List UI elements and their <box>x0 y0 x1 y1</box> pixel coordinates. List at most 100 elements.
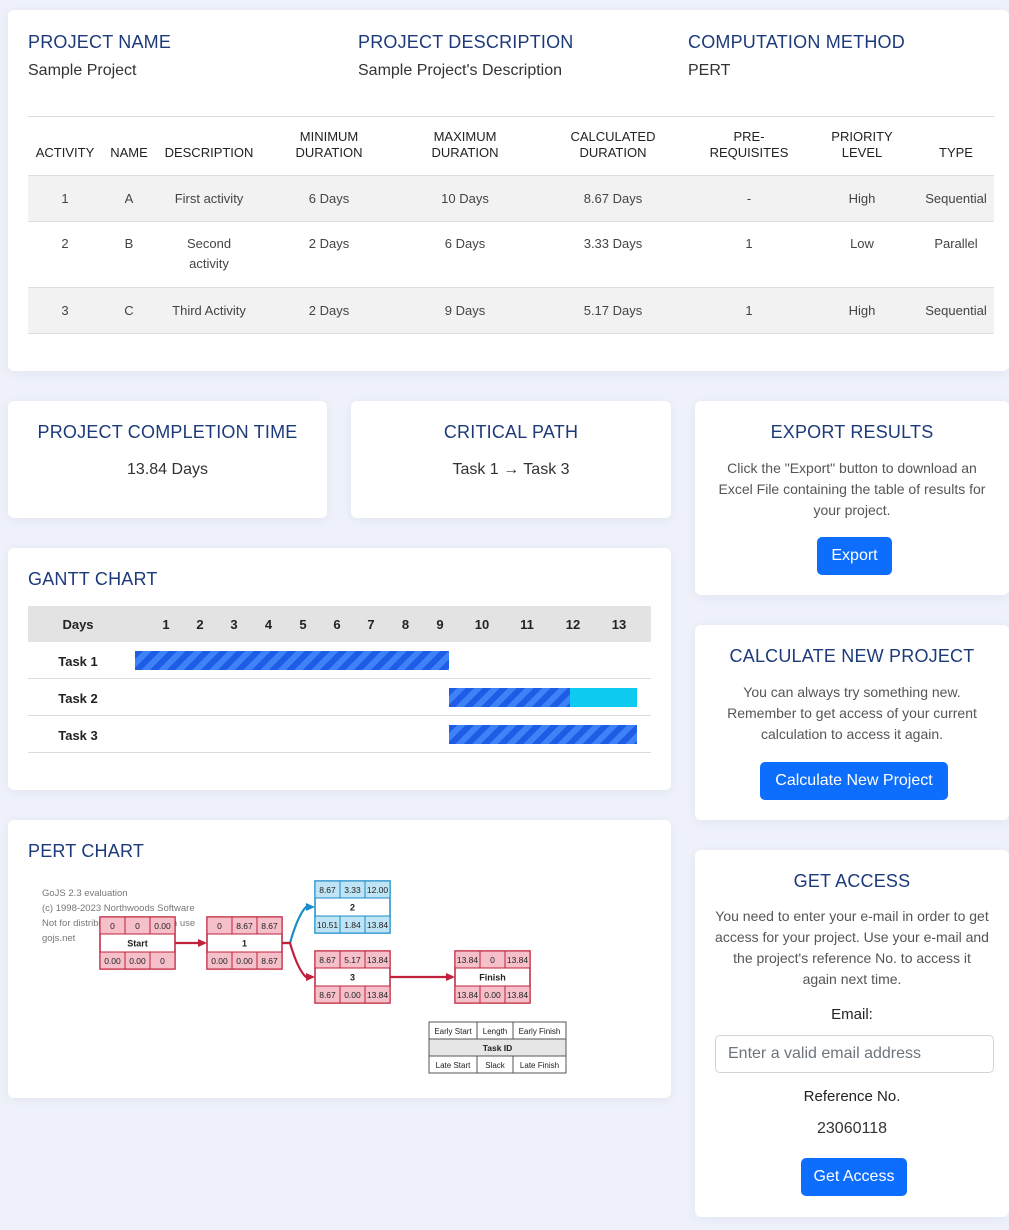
pert-legend-label: Length <box>483 1027 507 1036</box>
pert-early-start: 8.67 <box>319 955 336 965</box>
gantt-task-bar <box>449 725 637 744</box>
table-cell: A <box>102 175 156 222</box>
export-results-card: EXPORT RESULTS Click the "Export" button… <box>695 401 1009 595</box>
table-cell: 1 <box>28 175 102 222</box>
gantt-day-tick: 13 <box>611 617 627 632</box>
table-cell: 8.67 Days <box>534 175 692 222</box>
pert-late-finish: 13.84 <box>507 990 529 1000</box>
get-access-title: GET ACCESS <box>793 871 911 891</box>
pert-length: 0 <box>135 921 140 931</box>
pert-late-finish: 13.84 <box>367 990 389 1000</box>
table-cell: 3.33 Days <box>534 221 692 288</box>
pert-late-start: 8.67 <box>319 990 336 1000</box>
pert-task-id: 1 <box>242 939 247 949</box>
table-cell: 2 Days <box>262 221 396 288</box>
table-cell: Low <box>806 221 918 288</box>
gantt-row: Task 2 <box>28 679 651 716</box>
completion-time-value: 13.84 Days <box>127 461 208 478</box>
gojs-watermark-text: GoJS 2.3 evaluation <box>42 888 128 899</box>
gojs-watermark-text: (c) 1998-2023 Northwoods Software <box>42 903 195 914</box>
pert-legend-label: Early Start <box>434 1027 472 1036</box>
project-name-label: PROJECT NAME <box>28 32 172 52</box>
project-description-value: Sample Project's Description <box>358 62 563 79</box>
table-cell: 10 Days <box>396 175 534 222</box>
computation-method-value: PERT <box>688 62 731 79</box>
gantt-chart: Days 1 2 3 4 5 6 7 8 9 10 11 12 13 Task 1 Task 2 Tas… <box>28 606 651 753</box>
gantt-row: Task 3 <box>28 716 651 753</box>
gantt-task-label: Task 3 <box>58 728 98 743</box>
pert-link <box>282 941 308 979</box>
pert-early-finish: 0.00 <box>154 921 171 931</box>
table-cell: 6 Days <box>396 221 534 288</box>
pert-legend-label: Late Start <box>436 1061 471 1070</box>
table-cell: 3 <box>28 287 102 334</box>
table-cell: C <box>102 287 156 334</box>
activities-table: ACTIVITY NAME DESCRIPTION MINIMUM DURATI… <box>28 116 994 334</box>
pert-legend-label: Early Finish <box>519 1027 561 1036</box>
gantt-row: Task 1 <box>28 642 651 679</box>
export-button[interactable]: Export <box>817 537 892 575</box>
project-description-block: PROJECT DESCRIPTION Sample Project's Des… <box>358 32 574 80</box>
pert-late-start: 0.00 <box>104 956 121 966</box>
table-cell: 5.17 Days <box>534 287 692 334</box>
calculate-new-project-button[interactable]: Calculate New Project <box>760 762 948 800</box>
completion-time-card: PROJECT COMPLETION TIME 13.84 Days <box>8 401 327 518</box>
get-access-card: GET ACCESS You need to enter your e-mail… <box>695 850 1009 1217</box>
column-header: ACTIVITY <box>28 116 102 176</box>
pert-legend-label: Late Finish <box>520 1061 559 1070</box>
pert-slack: 0.00 <box>129 956 146 966</box>
gantt-day-tick: 10 <box>474 617 490 632</box>
table-cell: 1 <box>692 287 806 334</box>
table-row: 3 C Third Activity 2 Days 9 Days 5.17 Da… <box>28 287 994 334</box>
column-header: PRIORITY LEVEL <box>806 116 918 176</box>
computation-method-block: COMPUTATION METHOD PERT <box>688 32 905 80</box>
table-cell: 2 <box>28 221 102 288</box>
column-header: DESCRIPTION <box>156 116 262 176</box>
project-description-label: PROJECT DESCRIPTION <box>358 32 574 52</box>
email-input[interactable] <box>715 1035 994 1073</box>
pert-diagram: GoJS 2.3 evaluation (c) 1998-2023 Northwo… <box>42 880 567 1074</box>
pert-link-arrowhead <box>306 973 315 981</box>
calculate-new-project-text: You can always try something new. Rememb… <box>727 684 977 742</box>
pert-late-start: 10.51 <box>317 920 339 930</box>
email-label: Email: <box>831 1006 873 1023</box>
table-cell: First activity <box>156 175 262 222</box>
table-cell: Parallel <box>918 221 994 288</box>
calculate-new-project-card: CALCULATE NEW PROJECT You can always try… <box>695 625 1009 820</box>
gantt-chart-title: GANTT CHART <box>28 569 158 589</box>
table-cell: High <box>806 287 918 334</box>
pert-late-finish: 13.84 <box>367 920 389 930</box>
column-header: TYPE <box>918 116 994 176</box>
pert-early-finish: 8.67 <box>261 921 278 931</box>
pert-late-start: 0.00 <box>211 956 228 966</box>
pert-link-arrowhead <box>446 973 455 981</box>
pert-link-arrowhead <box>306 903 315 911</box>
gantt-day-tick: 3 <box>230 617 238 632</box>
computation-method-label: COMPUTATION METHOD <box>688 32 905 52</box>
gantt-day-tick: 11 <box>520 617 534 632</box>
gantt-day-tick: 4 <box>264 617 273 632</box>
pert-slack: 0.00 <box>236 956 253 966</box>
table-cell: 6 Days <box>262 175 396 222</box>
table-cell: Sequential <box>918 175 994 222</box>
pert-late-start: 13.84 <box>457 990 479 1000</box>
pert-early-start: 0 <box>110 921 115 931</box>
pert-early-start: 0 <box>217 921 222 931</box>
gojs-watermark-text: gojs.net <box>42 933 76 944</box>
export-results-title: EXPORT RESULTS <box>770 422 934 442</box>
gantt-chart-card: GANTT CHART Days 1 2 3 4 5 6 7 8 9 10 11 12 13 Task … <box>8 548 671 790</box>
pert-length: 5.17 <box>344 955 361 965</box>
column-header: MAXIMUM DURATION <box>396 116 534 176</box>
reference-number-value: 23060118 <box>817 1120 887 1137</box>
pert-link <box>282 905 308 945</box>
table-row: 2 B Second activity 2 Days 6 Days 3.33 D… <box>28 221 994 288</box>
gantt-task-bar <box>135 651 450 670</box>
table-cell: - <box>692 175 806 222</box>
gantt-day-tick: 9 <box>436 617 444 632</box>
calculate-new-project-title: CALCULATE NEW PROJECT <box>729 646 975 666</box>
export-results-text: Click the "Export" button to download an… <box>718 460 986 518</box>
table-cell: 2 Days <box>262 287 396 334</box>
table-cell: High <box>806 175 918 222</box>
get-access-button[interactable]: Get Access <box>801 1158 907 1196</box>
gantt-slack-bar <box>570 688 637 707</box>
